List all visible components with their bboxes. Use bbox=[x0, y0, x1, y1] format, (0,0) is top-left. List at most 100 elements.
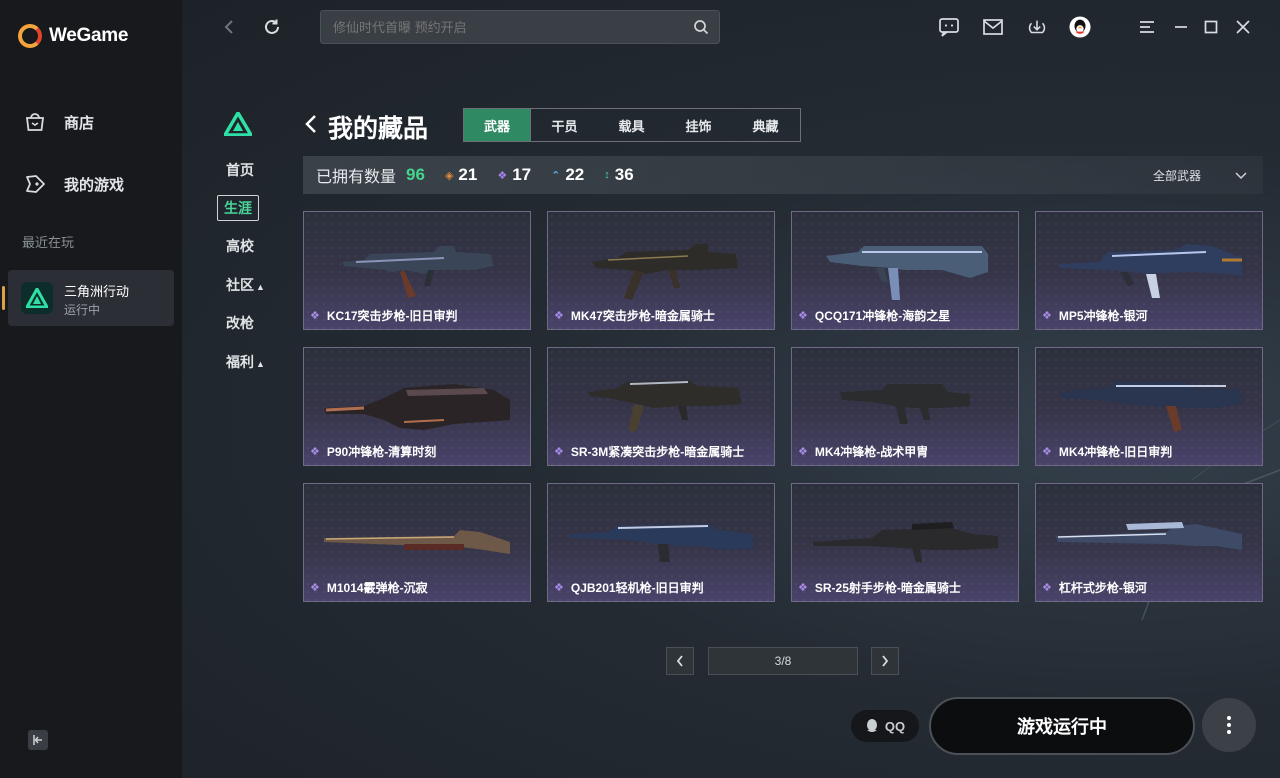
rarity-diamond-icon: ❖ bbox=[798, 310, 808, 322]
avatar[interactable] bbox=[1069, 16, 1091, 38]
sidebar-item-label: 商店 bbox=[64, 114, 95, 132]
game-nav-gunsmith[interactable]: 改枪 bbox=[226, 313, 254, 333]
more-options-button[interactable] bbox=[1202, 698, 1256, 752]
weapon-name: ❖ M1014霰弹枪-沉寂 bbox=[310, 579, 428, 596]
tab-weapons[interactable]: 武器 bbox=[464, 109, 531, 141]
chevron-left-icon bbox=[676, 655, 683, 667]
chat-icon[interactable] bbox=[938, 16, 960, 38]
rarity-diamond-icon: ❖ bbox=[554, 582, 564, 594]
tab-operators[interactable]: 干员 bbox=[531, 109, 598, 141]
weapon-card[interactable]: ❖ M1014霰弹枪-沉寂 bbox=[303, 483, 531, 602]
search-bar[interactable] bbox=[320, 10, 720, 44]
game-nav-community-label: 社区 bbox=[226, 277, 254, 293]
recent-game-name: 三角洲行动 bbox=[64, 284, 130, 299]
chevron-left-icon bbox=[224, 20, 233, 34]
close-icon[interactable] bbox=[1232, 16, 1254, 38]
page-title-group: 我的藏品 bbox=[304, 109, 428, 145]
rarity-diamond-icon: ❖ bbox=[1042, 310, 1052, 322]
rarity-purple-count: ❖ 17 bbox=[497, 165, 531, 185]
menu-icon[interactable] bbox=[1136, 16, 1158, 38]
weapon-card[interactable]: ❖ MK47突击步枪-暗金属骑士 bbox=[547, 211, 775, 330]
weapon-name-text: QCQ171冲锋枪-海韵之星 bbox=[814, 309, 951, 323]
recent-game-card[interactable]: 三角洲行动 运行中 bbox=[2, 270, 174, 326]
game-nav-career[interactable]: 生涯 bbox=[217, 195, 259, 221]
weapon-name: ❖ SR-3M紧凑突击步枪-暗金属骑士 bbox=[554, 443, 744, 460]
recent-game-status: 运行中 bbox=[64, 303, 101, 317]
owned-count: 96 bbox=[406, 165, 425, 184]
weapon-name-text: MK4冲锋枪-旧日审判 bbox=[1058, 445, 1173, 459]
weapon-card[interactable]: ❖ 杠杆式步枪-银河 bbox=[1035, 483, 1263, 602]
orange-diamond-icon: ◈ bbox=[444, 169, 454, 182]
page-indicator: 3/8 bbox=[708, 647, 858, 675]
maximize-icon[interactable] bbox=[1200, 16, 1222, 38]
weapon-card[interactable]: ❖ P90冲锋枪-清算时刻 bbox=[303, 347, 531, 466]
qq-button[interactable]: QQ bbox=[851, 710, 919, 742]
purple-diamond-icon: ❖ bbox=[497, 169, 508, 182]
rarity-purple-value: 17 bbox=[512, 165, 532, 184]
wegame-logo[interactable]: WeGame bbox=[18, 24, 128, 48]
weapon-name: ❖ 杠杆式步枪-银河 bbox=[1042, 579, 1147, 596]
game-nav-benefits-label: 福利 bbox=[226, 354, 254, 370]
collapse-sidebar-button[interactable] bbox=[28, 730, 48, 750]
chevron-down-icon bbox=[1235, 171, 1247, 179]
blue-chevron-icon: ⌃ bbox=[551, 169, 561, 182]
search-input[interactable] bbox=[333, 11, 683, 43]
minimize-icon[interactable] bbox=[1170, 16, 1192, 38]
sidebar-item-my-games[interactable]: 我的游戏 bbox=[22, 171, 124, 197]
tab-collection[interactable]: 典藏 bbox=[732, 109, 799, 141]
rarity-diamond-icon: ❖ bbox=[554, 310, 564, 322]
weapon-name: ❖ MK4冲锋枪-战术甲胄 bbox=[798, 443, 928, 460]
search-icon[interactable] bbox=[693, 19, 709, 40]
weapon-card[interactable]: ❖ MP5冲锋枪-银河 bbox=[1035, 211, 1263, 330]
game-nav-community[interactable]: 社区 ▲ bbox=[226, 275, 265, 295]
weapon-name: ❖ P90冲锋枪-清算时刻 bbox=[310, 443, 436, 460]
weapon-name-text: MK4冲锋枪-战术甲胄 bbox=[814, 445, 929, 459]
game-logo-icon[interactable] bbox=[221, 109, 255, 141]
weapon-name: ❖ MK47突击步枪-暗金属骑士 bbox=[554, 307, 715, 324]
refresh-button[interactable] bbox=[261, 16, 283, 38]
tab-charms[interactable]: 挂饰 bbox=[665, 109, 732, 141]
weapon-name: ❖ KC17突击步枪-旧日审判 bbox=[310, 307, 458, 324]
rarity-diamond-icon: ❖ bbox=[798, 446, 808, 458]
weapon-filter-dropdown[interactable]: 全部武器 bbox=[1153, 167, 1247, 184]
rarity-diamond-icon: ❖ bbox=[1042, 582, 1052, 594]
main-content: 首页 生涯 高校 社区▲ 改枪 福利▲ 我的藏品 武器 干员 载具 挂饰 典藏 … bbox=[182, 0, 1280, 778]
tab-vehicles[interactable]: 载具 bbox=[598, 109, 665, 141]
mail-icon[interactable] bbox=[982, 16, 1004, 38]
weapon-name: ❖ QCQ171冲锋枪-海韵之星 bbox=[798, 307, 950, 324]
weapon-card[interactable]: ❖ MK4冲锋枪-旧日审判 bbox=[1035, 347, 1263, 466]
rarity-diamond-icon: ❖ bbox=[798, 582, 808, 594]
weapon-name-text: QJB201轻机枪-旧日审判 bbox=[570, 581, 704, 595]
rarity-blue-count: ⌃ 22 bbox=[551, 165, 584, 185]
wegame-logo-icon bbox=[18, 24, 42, 48]
collection-tabs: 武器 干员 载具 挂饰 典藏 bbox=[463, 108, 801, 142]
qq-label: QQ bbox=[884, 718, 906, 734]
weapon-name-text: KC17突击步枪-旧日审判 bbox=[326, 309, 458, 323]
sidebar-item-store[interactable]: 商店 bbox=[22, 109, 94, 135]
back-button[interactable] bbox=[218, 16, 240, 38]
download-icon[interactable] bbox=[1026, 16, 1048, 38]
prev-page-button[interactable] bbox=[666, 647, 694, 675]
game-nav-benefits[interactable]: 福利 ▲ bbox=[226, 352, 265, 372]
rarity-diamond-icon: ❖ bbox=[310, 446, 320, 458]
rarity-orange-value: 21 bbox=[458, 165, 478, 184]
next-page-button[interactable] bbox=[871, 647, 899, 675]
game-running-button[interactable]: 游戏运行中 bbox=[929, 697, 1195, 755]
recent-title: 最近在玩 bbox=[22, 235, 75, 250]
stats-bar: 已拥有数量 96 ◈ 21 ❖ 17 ⌃ 22 ↕ 36 全部武器 bbox=[303, 156, 1263, 194]
brand-name: WeGame bbox=[49, 25, 129, 46]
title-back-button[interactable] bbox=[304, 113, 318, 142]
page-title: 我的藏品 bbox=[328, 115, 429, 143]
game-nav-campus[interactable]: 高校 bbox=[226, 236, 254, 256]
game-nav-home[interactable]: 首页 bbox=[226, 160, 254, 180]
rarity-green-count: ↕ 36 bbox=[604, 165, 633, 185]
store-bag-icon bbox=[22, 109, 48, 135]
weapon-card[interactable]: ❖ SR-25射手步枪-暗金属骑士 bbox=[791, 483, 1019, 602]
weapon-card[interactable]: ❖ KC17突击步枪-旧日审判 bbox=[303, 211, 531, 330]
gamepad-icon bbox=[22, 171, 48, 197]
weapon-card[interactable]: ❖ SR-3M紧凑突击步枪-暗金属骑士 bbox=[547, 347, 775, 466]
more-vertical-icon bbox=[1227, 716, 1231, 734]
weapon-card[interactable]: ❖ QCQ171冲锋枪-海韵之星 bbox=[791, 211, 1019, 330]
weapon-card[interactable]: ❖ QJB201轻机枪-旧日审判 bbox=[547, 483, 775, 602]
weapon-card[interactable]: ❖ MK4冲锋枪-战术甲胄 bbox=[791, 347, 1019, 466]
